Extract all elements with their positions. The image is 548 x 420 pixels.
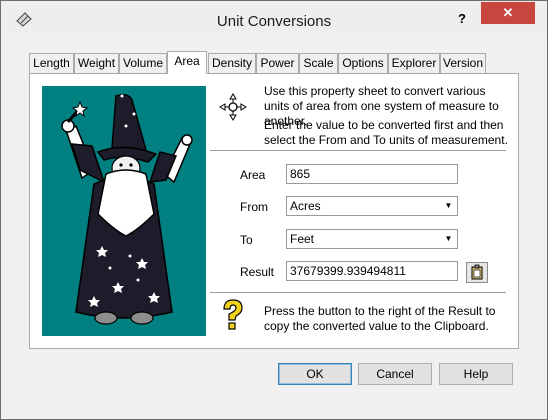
tab-scale[interactable]: Scale [299, 53, 338, 73]
bottom-divider [210, 292, 506, 294]
dialog-window: Unit Conversions ? ✕ Length Weight Volum… [0, 0, 548, 420]
from-select-value: Acres [290, 199, 321, 213]
wizard-illustration [42, 86, 206, 336]
context-help-button[interactable]: ? [453, 9, 471, 29]
area-label: Area [240, 168, 266, 182]
to-label: To [240, 233, 253, 247]
tab-options[interactable]: Options [338, 53, 388, 73]
tab-weight[interactable]: Weight [74, 53, 119, 73]
from-select[interactable]: Acres ▼ [286, 196, 458, 216]
chevron-down-icon[interactable]: ▼ [441, 198, 456, 214]
from-label: From [240, 200, 268, 214]
result-field[interactable]: 37679399.939494811 [286, 261, 458, 281]
help-button[interactable]: Help [439, 363, 513, 385]
top-divider [210, 150, 506, 152]
result-label: Result [240, 265, 275, 279]
clipboard-icon [471, 264, 483, 280]
tab-length[interactable]: Length [29, 53, 74, 73]
tab-area[interactable]: Area [167, 51, 207, 74]
question-mark-icon [223, 299, 243, 330]
tab-density[interactable]: Density [208, 53, 256, 73]
area-input[interactable]: 865 [286, 164, 458, 184]
to-select[interactable]: Feet ▼ [286, 229, 458, 249]
wizard-icon [61, 93, 193, 325]
cancel-button[interactable]: Cancel [358, 363, 432, 385]
chevron-down-icon[interactable]: ▼ [441, 231, 456, 247]
copy-to-clipboard-button[interactable] [466, 262, 488, 283]
area-tab-panel: Use this property sheet to convert vario… [29, 73, 519, 349]
instructions-text: Enter the value to be converted first an… [264, 118, 508, 147]
close-button[interactable]: ✕ [481, 2, 535, 24]
tab-version[interactable]: Version [440, 53, 486, 73]
move-arrows-icon [219, 93, 247, 121]
ok-button[interactable]: OK [278, 363, 352, 385]
tab-power[interactable]: Power [256, 53, 299, 73]
tab-volume[interactable]: Volume [119, 53, 167, 73]
tab-explorer[interactable]: Explorer [388, 53, 440, 73]
to-select-value: Feet [290, 232, 315, 246]
clipboard-hint-text: Press the button to the right of the Res… [264, 304, 496, 333]
title-bar[interactable]: Unit Conversions ? ✕ [1, 1, 547, 37]
